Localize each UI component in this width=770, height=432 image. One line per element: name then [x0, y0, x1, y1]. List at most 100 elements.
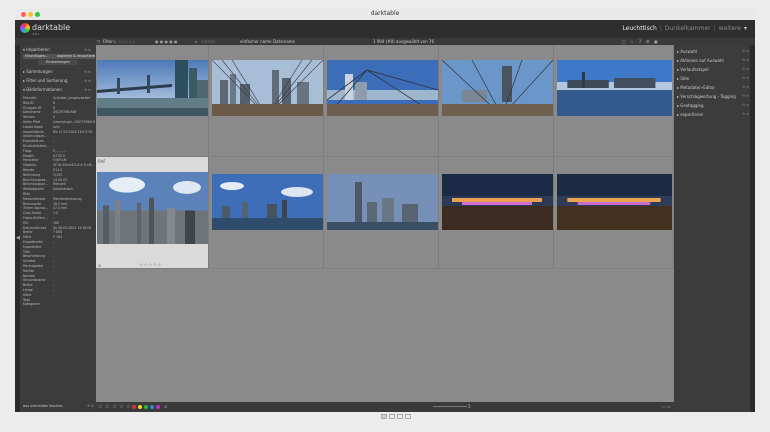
color-label-blue[interactable]: [150, 405, 154, 409]
left-panel: ▾ Importieren ⟲ ≡ Hinzufügen... kopieren …: [20, 45, 96, 412]
right-module-header[interactable]: ▸ Geotagging ⟲ ≡: [677, 101, 749, 110]
right-module-label: Geotagging: [680, 103, 704, 108]
thumbnail[interactable]: [441, 157, 554, 269]
reject-icon[interactable]: ⊘: [98, 263, 101, 268]
right-module-header[interactable]: ▸ Metadaten-Editor ⟲ ≡: [677, 83, 749, 92]
image-info-key: Crop-Faktor: [23, 211, 42, 216]
filter-icon[interactable]: ▽: [97, 38, 100, 45]
module-presets-icon[interactable]: ⟲ ≡: [742, 74, 749, 83]
thumbnail-image: [97, 60, 208, 116]
layout-switcher: [381, 404, 427, 419]
image-info-value: 1.5: [53, 211, 59, 216]
culling-layout-icon[interactable]: [397, 414, 403, 419]
right-module-label: Stile: [680, 76, 690, 81]
thumbnail[interactable]: [556, 45, 674, 157]
module-import-header[interactable]: ▾ Importieren ⟲ ≡: [23, 47, 93, 53]
view-lighttable[interactable]: Leuchttisch: [622, 25, 656, 32]
image-info-value: -: [53, 139, 55, 144]
zoomable-layout-icon[interactable]: [389, 414, 395, 419]
zoom-slider[interactable]: [433, 406, 467, 407]
right-module-header[interactable]: ▸ Verlaufsstapel ⟲ ≡: [677, 65, 749, 74]
help-icon[interactable]: ?: [639, 39, 641, 44]
rating-filter[interactable]: ⊘ ☆☆☆☆☆: [113, 38, 136, 45]
image-info-key: Kategorien: [23, 302, 41, 307]
top-toolbar: ▽ Filter ⊘ ☆☆☆☆☆ ● ● ● ● ● ⌕ suchen einf…: [15, 38, 755, 45]
sort-field[interactable]: einfacher name: [240, 38, 271, 45]
thumbnail-image: [327, 60, 438, 116]
thumbnail[interactable]: [326, 45, 439, 157]
right-module-header[interactable]: ▸ Auswahl ⟲ ≡: [677, 47, 749, 56]
thumbnail-image: [557, 60, 672, 116]
color-label-purple[interactable]: [156, 405, 160, 409]
thumbnail[interactable]: [211, 45, 324, 157]
thumbnail[interactable]: [556, 157, 674, 269]
image-info-key: Breite: [23, 283, 33, 288]
filemanager-layout-icon[interactable]: [381, 414, 387, 419]
zoom-value[interactable]: 5: [468, 404, 471, 409]
module-presets-icon[interactable]: ⟲ ≡: [742, 101, 749, 110]
search-input[interactable]: suchen: [201, 38, 215, 45]
right-module-header[interactable]: ▸ Stile ⟲ ≡: [677, 74, 749, 83]
import-settings-button[interactable]: Einstellungen: [38, 60, 78, 65]
module-presets-icon[interactable]: ⟲ ≡: [84, 47, 91, 53]
thumbnail[interactable]: [96, 45, 209, 157]
color-label-yellow[interactable]: [138, 405, 142, 409]
image-info-key: Höhe: [23, 235, 32, 240]
module-presets-icon[interactable]: ⟲ ≡: [742, 92, 749, 101]
preferences-icon[interactable]: ⚙: [646, 39, 650, 44]
right-module-header[interactable]: ▸ Verschlagwortung - Tagging ⟲ ≡: [677, 92, 749, 101]
image-info-row: Crop-Faktor 1.5: [23, 211, 95, 216]
thumbnail[interactable]: [441, 45, 554, 157]
right-module-label: exportieren: [680, 112, 704, 117]
star-rating[interactable]: ☆☆☆☆☆: [139, 263, 162, 268]
right-border[interactable]: ▶: [750, 45, 755, 412]
image-info-key: Urheber: [23, 259, 36, 264]
color-label-green[interactable]: [144, 405, 148, 409]
color-filter[interactable]: ● ● ● ● ●: [155, 38, 178, 45]
overlay-star-icon[interactable]: ☆: [630, 39, 634, 44]
clear-color-icon[interactable]: ⊘: [164, 402, 167, 412]
empty-grid-area: [96, 269, 674, 402]
add-to-library-button[interactable]: Hinzufügen...: [23, 54, 55, 59]
module-filters-header[interactable]: ▸ Filter und Sortierung ⟲ ≡: [23, 78, 93, 84]
right-module-header[interactable]: ▸ exportieren ⟲ ≡: [677, 110, 749, 119]
view-darkroom[interactable]: Dunkelkammer: [665, 25, 711, 32]
preview-layout-icon[interactable]: [405, 414, 411, 419]
chevron-down-icon[interactable]: ▾: [744, 25, 747, 32]
image-info-row: Exportdatum -: [23, 139, 95, 144]
sort-order[interactable]: Dateiname: [273, 38, 295, 45]
thumbnail[interactable]: [211, 157, 324, 269]
thumbnail[interactable]: [326, 157, 439, 269]
module-import-label: Importieren: [26, 47, 50, 52]
right-module-label: Aktionen auf Auswahl: [680, 58, 724, 63]
image-info-row: Höhe 5 184: [23, 235, 95, 240]
module-collections-header[interactable]: ▸ Sammlungen ⟲ ≡: [23, 69, 93, 75]
right-module-label: Verschlagwortung - Tagging: [680, 94, 736, 99]
left-bottom-bar: aus schneiden löschen ⟲ ≡: [20, 401, 96, 411]
module-image-info-header[interactable]: ▾ Bildinformationen ⟲ ≡: [23, 87, 93, 93]
right-panel: ▸ Auswahl ⟲ ≡ ▸ Aktionen auf Auswahl ⟲ ≡ ▸ V…: [674, 45, 750, 412]
focus-peaking-icon[interactable]: ▣: [654, 39, 658, 44]
module-presets-icon[interactable]: ⟲ ≡: [742, 110, 749, 119]
search-icon: ⌕: [195, 39, 198, 44]
module-presets-icon[interactable]: ⟲ ≡: [742, 47, 749, 56]
copy-import-button[interactable]: kopieren & importieren...: [55, 54, 95, 59]
thumbnail-image: [557, 174, 672, 230]
image-info-key: Exportdatum: [23, 139, 44, 144]
app-version: 4.8.1: [32, 32, 40, 36]
bottom-star-rating[interactable]: ☆ ☆ ☆ ☆ ☆: [98, 402, 131, 412]
thumbnail-selected[interactable]: RAF ⊘ ☆☆☆☆☆: [96, 157, 209, 269]
grouping-icon[interactable]: ▢: [622, 39, 626, 44]
module-presets-icon[interactable]: ⟲ ≡: [742, 56, 749, 65]
view-more[interactable]: weitere: [719, 25, 741, 32]
bottom-left-label[interactable]: aus schneiden löschen: [23, 401, 63, 411]
image-info-value: -: [53, 283, 55, 288]
bottom-left-icons[interactable]: ⟲ ≡: [87, 401, 94, 411]
right-module-header[interactable]: ▸ Aktionen auf Auswahl ⟲ ≡: [677, 56, 749, 65]
filmstrip-toggle-icon[interactable]: ▭ ▭: [662, 404, 671, 409]
module-presets-icon[interactable]: ⟲ ≡: [742, 83, 749, 92]
color-label-red[interactable]: [132, 405, 136, 409]
module-presets-icon[interactable]: ⟲ ≡: [742, 65, 749, 74]
app-header: darktable 4.8.1 Leuchttisch | Dunkelkammer…: [15, 20, 755, 38]
app-name: darktable: [32, 23, 71, 32]
